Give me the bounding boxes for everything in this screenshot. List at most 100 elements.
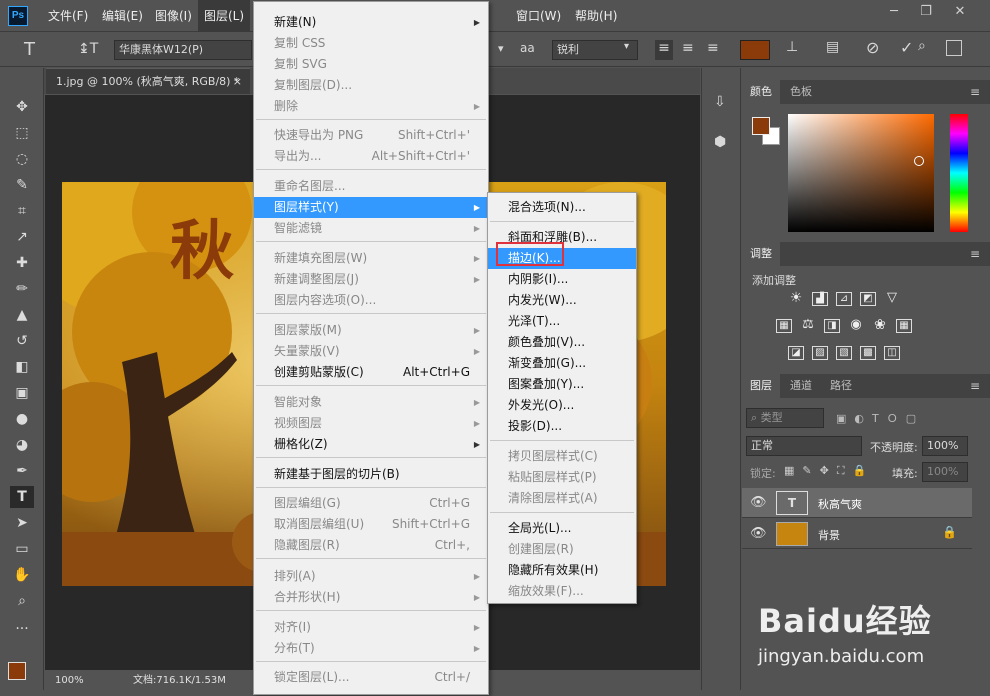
rectangle-tool-icon[interactable]: ▭	[10, 538, 34, 560]
layer-menu-item[interactable]: 矢量蒙版(V) ▶	[254, 341, 488, 362]
lock-icons[interactable]: ▦✎✥⛶🔒	[784, 464, 874, 478]
opacity-input[interactable]: 100%	[922, 436, 968, 456]
layer-menu-item[interactable]: 复制 SVG	[254, 54, 488, 75]
layer-menu-item[interactable]: 复制 CSS	[254, 33, 488, 54]
close-icon[interactable]: ✕	[946, 2, 974, 22]
layer-menu-item[interactable]: 新建调整图层(J) ▶	[254, 269, 488, 290]
quick-select-tool-icon[interactable]: ✎	[10, 174, 34, 196]
layer-style-item[interactable]: 缩放效果(F)...	[488, 581, 636, 602]
text-color-swatch[interactable]	[740, 40, 770, 60]
panel-menu-icon[interactable]: ≡	[970, 247, 980, 261]
layer-menu-item[interactable]: 快速导出为 PNG Shift+Ctrl+'	[254, 125, 488, 146]
align-left-icon[interactable]: ≡	[655, 40, 673, 60]
layer-style-item[interactable]: 拷贝图层样式(C)	[488, 446, 636, 467]
vibrance-icon[interactable]: ▽	[884, 291, 900, 306]
menu-file[interactable]: 文件(F)	[42, 0, 94, 32]
foreground-color-swatch[interactable]	[8, 662, 26, 680]
layer-menu-item[interactable]: 隐藏图层(R) Ctrl+,	[254, 535, 488, 556]
layer-name[interactable]: 背景	[818, 527, 840, 543]
layer-filter-icons[interactable]: ▣◐TＯ▢	[836, 410, 924, 426]
layer-menu-item[interactable]: 图层编组(G) Ctrl+G	[254, 493, 488, 514]
close-tab-icon[interactable]: ×	[233, 69, 242, 95]
layer-menu-item[interactable]: 合并形状(H) ▶	[254, 587, 488, 608]
posterize-icon[interactable]: ▨	[812, 346, 828, 360]
tab-color[interactable]: 颜色	[742, 80, 780, 104]
color-field[interactable]	[788, 114, 934, 232]
layer-menu-item[interactable]: 排列(A) ▶	[254, 566, 488, 587]
exposure-icon[interactable]: ◩	[860, 292, 876, 306]
layer-menu-item[interactable]: 图层蒙版(M) ▶	[254, 320, 488, 341]
layer-style-item[interactable]: 隐藏所有效果(H)	[488, 560, 636, 581]
gradient-map-icon[interactable]: ▩	[860, 346, 876, 360]
layer-menu-item[interactable]: 视频图层 ▶	[254, 413, 488, 434]
layer-menu-item[interactable]: 删除 ▶	[254, 96, 488, 117]
layer-menu-item[interactable]: 复制图层(D)...	[254, 75, 488, 96]
pen-tool-icon[interactable]: ✒	[10, 460, 34, 482]
channel-mixer-icon[interactable]: ❀	[872, 318, 888, 333]
layer-menu-item[interactable]: 新建(N) ▶	[254, 12, 488, 33]
layer-name[interactable]: 秋高气爽	[818, 496, 862, 512]
warp-text-icon[interactable]: ⊥	[786, 39, 798, 55]
color-balance-icon[interactable]: ⚖	[800, 318, 816, 333]
layer-style-item[interactable]: 投影(D)...	[488, 416, 636, 437]
history-panel-icon[interactable]: ⇩	[714, 94, 726, 110]
3d-panel-icon[interactable]: ⬢	[714, 134, 726, 150]
layer-row-background[interactable]: 👁 背景 🔒	[742, 519, 972, 549]
zoom-tool-icon[interactable]: ⌕	[10, 590, 34, 612]
canvas-text-layer[interactable]: 秋	[170, 200, 234, 292]
marquee-tool-icon[interactable]: ⬚	[10, 122, 34, 144]
layer-style-item[interactable]: 全局光(L)...	[488, 518, 636, 539]
hand-tool-icon[interactable]: ✋	[10, 564, 34, 586]
healing-brush-icon[interactable]: ✚	[10, 252, 34, 274]
hue-slider[interactable]	[950, 114, 968, 232]
tab-channels[interactable]: 通道	[782, 374, 820, 398]
lasso-tool-icon[interactable]: ◌	[10, 148, 34, 170]
levels-icon[interactable]: ▟	[812, 292, 828, 306]
layer-menu-item[interactable]: 对齐(I) ▶	[254, 617, 488, 638]
layer-style-item[interactable]: 粘贴图层样式(P)	[488, 467, 636, 488]
gradient-tool-icon[interactable]: ▣	[10, 382, 34, 404]
workspace-icon[interactable]	[946, 40, 962, 56]
layer-style-item[interactable]: 清除图层样式(A)	[488, 488, 636, 509]
menu-image[interactable]: 图像(I)	[149, 0, 198, 32]
layer-menu-item[interactable]: 智能对象 ▶	[254, 392, 488, 413]
black-white-icon[interactable]: ◨	[824, 319, 840, 333]
panel-menu-icon[interactable]: ≡	[970, 85, 980, 99]
dodge-tool-icon[interactable]: ◕	[10, 434, 34, 456]
brightness-icon[interactable]: ☀	[788, 291, 804, 306]
cancel-icon[interactable]: ⊘	[866, 38, 879, 57]
move-tool-icon[interactable]: ✥	[10, 96, 34, 118]
history-brush-icon[interactable]: ↺	[10, 330, 34, 352]
blur-tool-icon[interactable]: ●	[10, 408, 34, 430]
layer-menu-item[interactable]: 创建剪贴蒙版(C) Alt+Ctrl+G	[254, 362, 488, 383]
align-right-icon[interactable]: ≡	[707, 40, 719, 56]
fill-input[interactable]: 100%	[922, 462, 968, 482]
type-tool-icon[interactable]: T	[10, 486, 34, 508]
panel-menu-icon[interactable]: ≡	[970, 379, 980, 393]
tab-adjustments[interactable]: 调整	[742, 242, 780, 266]
hue-saturation-icon[interactable]: ▦	[776, 319, 792, 333]
photo-filter-icon[interactable]: ◉	[848, 318, 864, 333]
layer-style-item[interactable]: 内阴影(I)...	[488, 269, 636, 290]
character-panel-icon[interactable]: ▤	[826, 39, 839, 55]
chevron-down-icon[interactable]: ▾	[498, 42, 504, 55]
blend-mode-select[interactable]: 正常	[746, 436, 862, 456]
menu-window[interactable]: 窗口(W)	[510, 0, 567, 32]
tab-layers[interactable]: 图层	[742, 374, 780, 398]
more-tools-icon[interactable]: ···	[10, 618, 34, 640]
layer-style-item[interactable]: 内发光(W)...	[488, 290, 636, 311]
minimize-icon[interactable]: ─	[880, 2, 908, 22]
brush-tool-icon[interactable]: ✏	[10, 278, 34, 300]
color-lookup-icon[interactable]: ▦	[896, 319, 912, 333]
color-panel-foreground[interactable]	[752, 117, 770, 135]
zoom-level[interactable]: 100%	[55, 672, 84, 690]
layer-menu-item[interactable]: 导出为... Alt+Shift+Ctrl+'	[254, 146, 488, 167]
layer-menu-item[interactable]: 图层内容选项(O)...	[254, 290, 488, 311]
color-picker-cursor[interactable]	[914, 156, 924, 166]
menu-edit[interactable]: 编辑(E)	[96, 0, 149, 32]
invert-icon[interactable]: ◪	[788, 346, 804, 360]
type-tool-preset-icon[interactable]: T	[24, 39, 35, 60]
search-icon[interactable]: ⌕	[918, 38, 926, 54]
restore-icon[interactable]: ❐	[912, 2, 940, 22]
layer-menu-item[interactable]: 栅格化(Z) ▶	[254, 434, 488, 455]
